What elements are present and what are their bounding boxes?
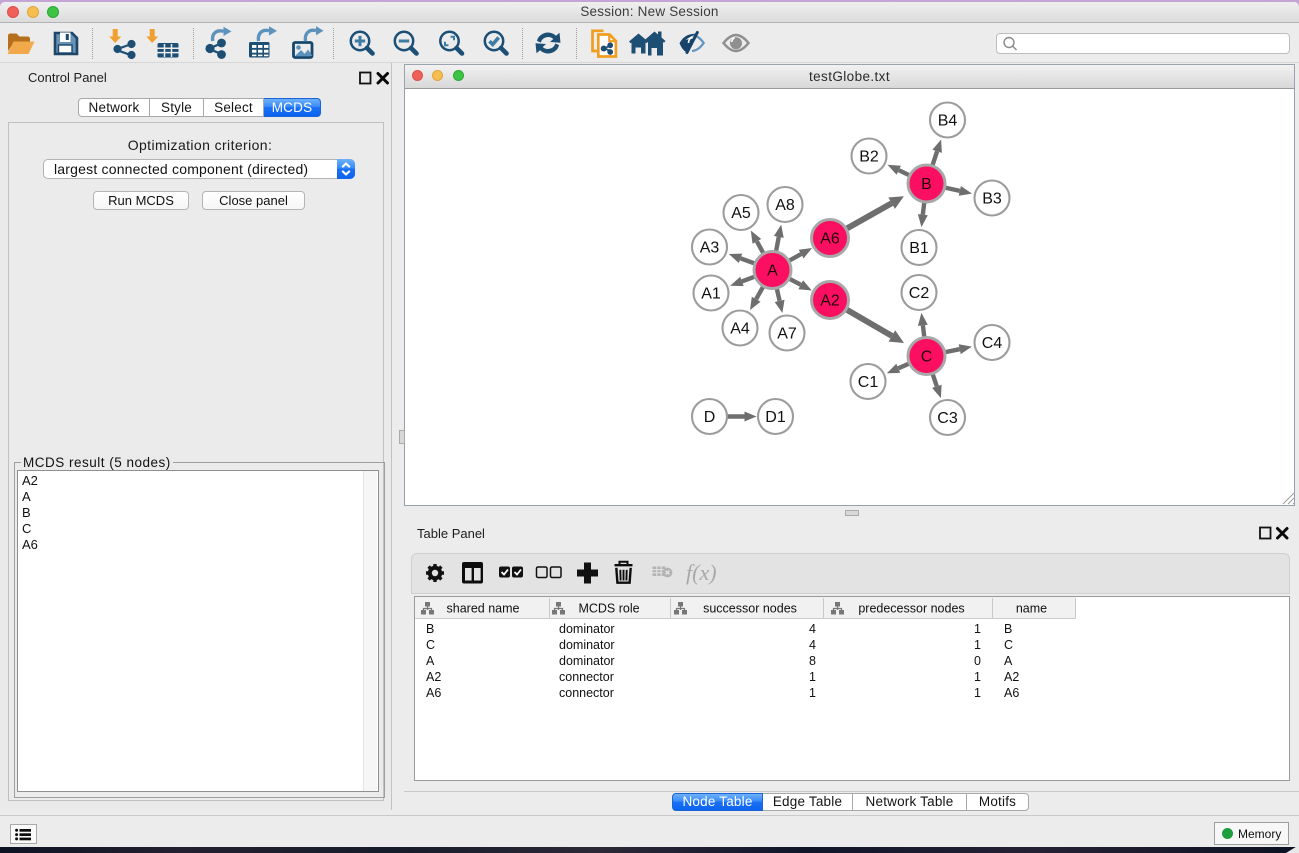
svg-text:B: B [921, 176, 932, 193]
svg-text:B2: B2 [859, 149, 879, 166]
svg-text:D: D [704, 409, 716, 426]
svg-text:name: name [1016, 602, 1047, 616]
svg-text:8: 8 [809, 654, 816, 668]
svg-text:C2: C2 [909, 285, 930, 302]
svg-text:connector: connector [559, 686, 614, 700]
svg-text:A8: A8 [775, 197, 795, 214]
svg-text:A6: A6 [820, 231, 840, 248]
svg-text:C: C [426, 638, 435, 652]
svg-text:A5: A5 [731, 205, 751, 222]
svg-text:connector: connector [559, 670, 614, 684]
svg-text:dominator: dominator [559, 638, 615, 652]
svg-text:1: 1 [809, 686, 816, 700]
svg-text:4: 4 [809, 638, 816, 652]
svg-text:dominator: dominator [559, 622, 615, 636]
svg-text:1: 1 [974, 686, 981, 700]
svg-text:A: A [426, 654, 435, 668]
svg-text:C: C [921, 349, 933, 366]
svg-text:A3: A3 [700, 240, 720, 257]
svg-text:B: B [426, 622, 434, 636]
svg-text:1: 1 [809, 670, 816, 684]
svg-text:B1: B1 [909, 240, 929, 257]
svg-text:C4: C4 [982, 335, 1003, 352]
svg-text:A2: A2 [820, 293, 840, 310]
svg-text:4: 4 [809, 622, 816, 636]
svg-text:A7: A7 [777, 326, 797, 343]
svg-text:A: A [1004, 654, 1013, 668]
svg-text:A4: A4 [730, 321, 750, 338]
svg-text:0: 0 [974, 654, 981, 668]
svg-text:B3: B3 [982, 191, 1002, 208]
svg-text:A6: A6 [426, 686, 441, 700]
svg-text:A2: A2 [1004, 670, 1019, 684]
svg-text:successor nodes: successor nodes [703, 602, 797, 616]
svg-text:A2: A2 [426, 670, 441, 684]
svg-text:dominator: dominator [559, 654, 615, 668]
svg-text:MCDS role: MCDS role [578, 602, 639, 616]
svg-text:B4: B4 [938, 113, 958, 130]
svg-text:1: 1 [974, 638, 981, 652]
svg-text:A1: A1 [701, 286, 721, 303]
svg-text:D1: D1 [765, 409, 786, 426]
svg-text:B: B [1004, 622, 1012, 636]
svg-text:shared name: shared name [447, 602, 520, 616]
svg-text:predecessor nodes: predecessor nodes [858, 602, 964, 616]
svg-text:f(x): f(x) [686, 560, 717, 585]
svg-text:1: 1 [974, 670, 981, 684]
svg-text:C3: C3 [937, 410, 958, 427]
svg-text:1: 1 [974, 622, 981, 636]
svg-text:A6: A6 [1004, 686, 1019, 700]
svg-text:C: C [1004, 638, 1013, 652]
svg-text:A: A [767, 263, 778, 280]
svg-text:C1: C1 [858, 374, 879, 391]
